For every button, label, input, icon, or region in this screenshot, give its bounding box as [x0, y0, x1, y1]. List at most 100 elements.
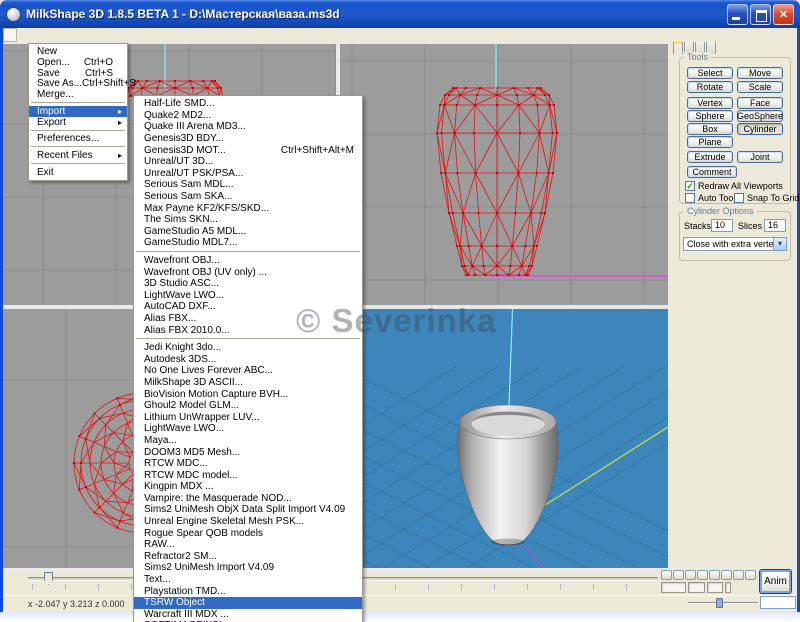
menu-item[interactable]: Serious Sam SKA...: [134, 191, 362, 203]
menu-item[interactable]: Jedi Knight 3do...: [134, 342, 362, 354]
menu-item[interactable]: Half-Life SMD...: [134, 98, 362, 110]
menu-item[interactable]: TSRW Object: [134, 597, 362, 609]
menu-item[interactable]: Genesis3D MOT... Ctrl+Shift+Alt+M: [134, 144, 362, 156]
menu-item[interactable]: Save Ctrl+S: [29, 68, 127, 79]
menu-item[interactable]: [29, 128, 127, 134]
menu-item[interactable]: Export ▸: [29, 117, 127, 128]
restore-button[interactable]: [750, 4, 771, 25]
menubar-item[interactable]: [101, 28, 115, 42]
menu-item[interactable]: AutoCAD DXF...: [134, 301, 362, 313]
menu-item[interactable]: Kingpin MDX ...: [134, 481, 362, 493]
menu-item[interactable]: Unreal Engine Skeletal Mesh PSK...: [134, 516, 362, 528]
anim-button[interactable]: Anim: [759, 569, 792, 594]
menu-item[interactable]: Vampire: the Masquerade NOD...: [134, 493, 362, 505]
menu-item[interactable]: Refractor2 SM...: [134, 551, 362, 563]
mini-slider-track[interactable]: [688, 602, 758, 604]
viewport-3d-perspective[interactable]: [340, 309, 668, 568]
transport-button[interactable]: [745, 570, 756, 580]
cylinder-button[interactable]: Cylinder: [737, 123, 783, 135]
menubar-item[interactable]: [17, 28, 31, 42]
menu-item[interactable]: GameStudio A5 MDL...: [134, 226, 362, 238]
menu-item[interactable]: [29, 100, 127, 106]
menu-item[interactable]: Warcraft III MDX ...: [134, 609, 362, 621]
face-button[interactable]: Face: [737, 97, 783, 109]
transport-button[interactable]: [733, 570, 744, 580]
menu-item[interactable]: Playstation TMD...: [134, 585, 362, 597]
menu-item[interactable]: Ghoul2 Model GLM...: [134, 400, 362, 412]
menu-item[interactable]: RTCW MDC model...: [134, 469, 362, 481]
menu-item[interactable]: Autodesk 3DS...: [134, 353, 362, 365]
menu-item[interactable]: [29, 161, 127, 167]
menu-item[interactable]: Unreal/UT PSK/PSA...: [134, 168, 362, 180]
comment-button[interactable]: Comment: [687, 166, 737, 178]
box-button[interactable]: Box: [687, 123, 733, 135]
move-button[interactable]: Move: [737, 67, 783, 79]
transport-button[interactable]: [661, 570, 672, 580]
menubar-item[interactable]: [31, 28, 45, 42]
frame-field[interactable]: [725, 582, 731, 593]
auto-tool-checkbox[interactable]: [685, 193, 695, 203]
minimize-button[interactable]: [727, 4, 748, 25]
menu-item[interactable]: [134, 336, 362, 342]
menu-item[interactable]: Sims2 UniMesh ObjX Data Split Import V4.…: [134, 504, 362, 516]
redraw-checkbox[interactable]: ✓: [685, 181, 695, 191]
menu-item[interactable]: LightWave LWO...: [134, 290, 362, 302]
menu-item[interactable]: Max Payne KF2/KFS/SKD...: [134, 202, 362, 214]
transport-button[interactable]: [673, 570, 684, 580]
menu-item[interactable]: Alias FBX 2010.0...: [134, 324, 362, 336]
menu-item[interactable]: MilkShape 3D ASCII...: [134, 377, 362, 389]
menubar-item[interactable]: [59, 28, 73, 42]
snap-to-grid-checkbox[interactable]: [734, 193, 744, 203]
menu-item[interactable]: Recent Files ▸: [29, 150, 127, 161]
close-button[interactable]: ✕: [773, 4, 794, 25]
transport-button[interactable]: [709, 570, 720, 580]
transport-button[interactable]: [685, 570, 696, 580]
menu-item[interactable]: Lithium UnWrapper LUV...: [134, 411, 362, 423]
menu-item[interactable]: Quake2 MD2...: [134, 110, 362, 122]
menu-item[interactable]: Exit: [29, 167, 127, 178]
menu-item[interactable]: Preferences...: [29, 134, 127, 145]
menu-item[interactable]: The Sims SKN...: [134, 214, 362, 226]
slices-input[interactable]: 16: [764, 219, 786, 232]
frame-field[interactable]: [661, 582, 686, 593]
extrude-button[interactable]: Extrude: [687, 151, 733, 163]
frame-field[interactable]: [707, 582, 723, 593]
transport-button[interactable]: [697, 570, 708, 580]
scale-button[interactable]: Scale: [737, 81, 783, 93]
menu-item[interactable]: Rogue Spear QOB models: [134, 527, 362, 539]
menu-item[interactable]: Sims2 UniMesh Import V4.09: [134, 562, 362, 574]
joint-button[interactable]: Joint: [737, 151, 783, 163]
menu-item[interactable]: BioVision Motion Capture BVH...: [134, 388, 362, 400]
menu-item[interactable]: Wavefront OBJ...: [134, 255, 362, 267]
menubar-item[interactable]: [45, 28, 59, 42]
menu-item[interactable]: Text...: [134, 574, 362, 586]
menu-item[interactable]: Quake III Arena MD3...: [134, 121, 362, 133]
chevron-down-icon[interactable]: ▾: [773, 238, 786, 250]
menu-item[interactable]: RAW...: [134, 539, 362, 551]
mini-slider-thumb[interactable]: [716, 598, 723, 608]
geosphere-button[interactable]: GeoSphere: [737, 110, 783, 122]
frame-field[interactable]: [688, 582, 705, 593]
menu-item[interactable]: [134, 249, 362, 255]
menu-item[interactable]: Merge...: [29, 89, 127, 100]
menu-item[interactable]: [29, 144, 127, 150]
menubar-item[interactable]: [73, 28, 87, 42]
cylinder-close-mode-select[interactable]: Close with extra vertex ▾: [683, 237, 787, 251]
viewport-top-right[interactable]: [340, 44, 668, 305]
plane-button[interactable]: Plane: [687, 136, 733, 148]
sphere-button[interactable]: Sphere: [687, 110, 733, 122]
panel-tab[interactable]: [673, 40, 683, 54]
menu-item[interactable]: DOOM3 MD5 Mesh...: [134, 446, 362, 458]
rotate-button[interactable]: Rotate: [687, 81, 733, 93]
menu-item[interactable]: Serious Sam MDL...: [134, 179, 362, 191]
menu-item[interactable]: 3D Studio ASC...: [134, 278, 362, 290]
menu-item[interactable]: Genesis3D BDY...: [134, 133, 362, 145]
menu-item[interactable]: Alias FBX...: [134, 313, 362, 325]
menu-item[interactable]: Open... Ctrl+O: [29, 57, 127, 68]
menu-item[interactable]: Wavefront OBJ (UV only) ...: [134, 266, 362, 278]
menu-item[interactable]: Maya...: [134, 435, 362, 447]
menu-item[interactable]: Save As... Ctrl+Shift+S: [29, 78, 127, 89]
menu-item[interactable]: LightWave LWO...: [134, 423, 362, 435]
menu-item[interactable]: Import ▸: [29, 106, 127, 117]
stacks-input[interactable]: 10: [711, 219, 733, 232]
